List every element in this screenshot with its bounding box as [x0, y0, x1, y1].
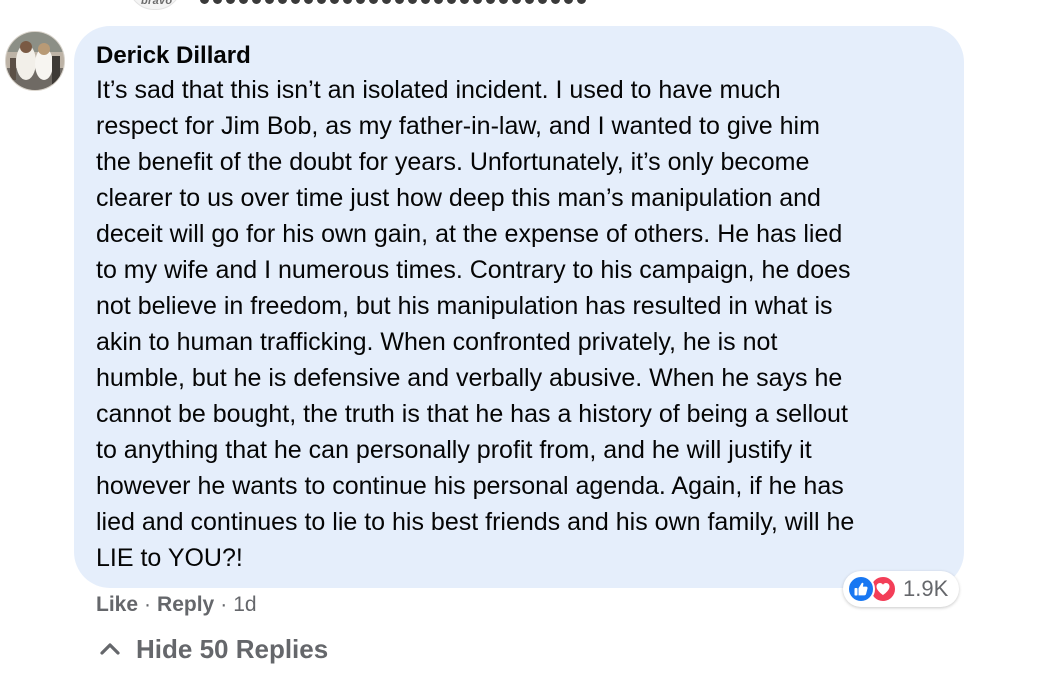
comment-body: It’s sad that this isn’t an isolated inc… — [96, 72, 942, 576]
previous-comment-fragment: bravo — [0, 0, 1038, 10]
comment-line: cannot be bought, the truth is that he h… — [96, 400, 848, 428]
comment-line: respect for Jim Bob, as my father-in-law… — [96, 112, 820, 140]
comment-line: LIE to YOU?! — [96, 544, 243, 572]
reactions-summary[interactable]: 1.9K — [843, 571, 959, 607]
comment-line: humble, but he is defensive and verbally… — [96, 364, 843, 392]
comment-line: the benefit of the doubt for years. Unfo… — [96, 148, 810, 176]
separator-dot: · — [144, 593, 152, 616]
comment-timestamp[interactable]: 1d — [233, 593, 256, 617]
comment-actions: Like · Reply · 1d — [96, 590, 257, 620]
comment-line: clearer to us over time just how deep th… — [96, 184, 821, 212]
comment-line: deceit will go for his own gain, at the … — [96, 220, 843, 248]
comment-line: It’s sad that this isn’t an isolated inc… — [96, 76, 781, 104]
comment-line: lied and continues to lie to his best fr… — [96, 508, 855, 536]
comment-author[interactable]: Derick Dillard — [96, 40, 942, 72]
comment-line: however he wants to continue his persona… — [96, 472, 844, 500]
previous-avatar-caption: bravo — [141, 0, 173, 7]
comment-line: to anything that he can personally profi… — [96, 436, 812, 464]
like-button[interactable]: Like — [96, 593, 138, 617]
like-icon — [847, 575, 875, 603]
reply-button[interactable]: Reply — [157, 593, 214, 617]
previous-comment-text-fragment — [200, 0, 630, 6]
hide-replies-button[interactable]: Hide 50 Replies — [98, 631, 328, 667]
comment-line: not believe in freedom, but his manipula… — [96, 292, 833, 320]
separator-dot: · — [220, 593, 228, 616]
comment-bubble: Derick Dillard It’s sad that this isn’t … — [74, 26, 964, 588]
reaction-count: 1.9K — [903, 576, 949, 601]
comment-line: to my wife and I numerous times. Contrar… — [96, 256, 851, 284]
avatar[interactable] — [5, 31, 65, 91]
chevron-up-icon — [100, 643, 120, 655]
comment-line: akin to human trafficking. When confront… — [96, 328, 778, 356]
hide-replies-label: Hide 50 Replies — [136, 633, 329, 664]
